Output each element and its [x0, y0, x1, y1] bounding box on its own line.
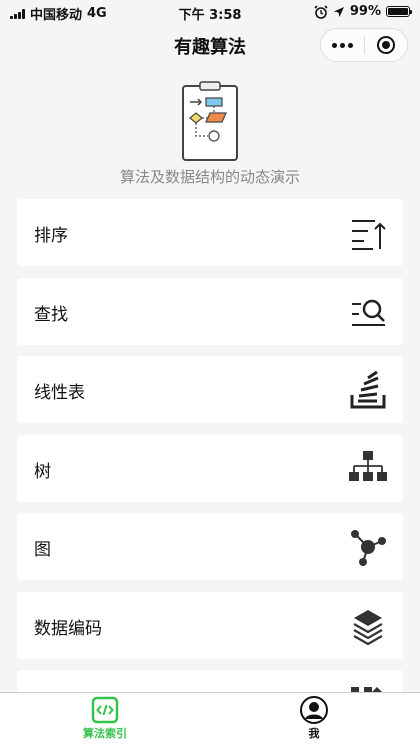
category-sort[interactable]: 排序 [17, 199, 403, 266]
category-label: 图 [34, 540, 51, 560]
more-dots-icon[interactable] [321, 42, 364, 48]
battery-icon [386, 6, 412, 17]
tab-label: 算法索引 [83, 727, 127, 740]
category-label: 排序 [34, 226, 68, 246]
search-list-icon [352, 299, 385, 326]
stack-tray-icon [350, 371, 386, 409]
category-data-encoding[interactable]: 数据编码 [17, 591, 403, 659]
tree-hierarchy-icon [349, 450, 387, 481]
location-arrow-icon [333, 6, 344, 17]
alarm-icon [314, 4, 328, 19]
category-list: 排序 查找 线性表 树 图 数据编码 [17, 199, 403, 747]
close-miniprogram-icon[interactable] [364, 36, 407, 54]
tab-algorithm-index[interactable]: 算法索引 [45, 696, 165, 746]
category-graph[interactable]: 图 [17, 513, 403, 580]
clipboard-flowchart-icon [182, 81, 238, 161]
category-label: 树 [34, 461, 51, 482]
graph-nodes-icon [351, 530, 386, 566]
tab-label: 我 [308, 727, 320, 740]
battery-percent: 99% [349, 4, 381, 19]
status-right: 99% [314, 4, 412, 19]
nav-bar: 有趣算法 [0, 22, 420, 68]
tab-me[interactable]: 我 [254, 696, 374, 746]
category-search[interactable]: 查找 [17, 277, 403, 345]
tab-bar: 算法索引 我 [0, 692, 420, 747]
user-avatar-icon [300, 696, 328, 724]
code-brackets-icon [91, 696, 119, 724]
category-linear-list[interactable]: 线性表 [17, 356, 403, 423]
category-label: 查找 [34, 304, 68, 325]
sort-ascending-icon [352, 220, 386, 250]
miniprogram-capsule [320, 28, 408, 62]
category-label: 线性表 [34, 383, 85, 403]
layers-icon [353, 609, 383, 645]
category-label: 数据编码 [34, 618, 102, 639]
category-tree[interactable]: 树 [17, 434, 403, 502]
status-bar: 中国移动 4G 下午 3:58 99% [0, 0, 420, 23]
header-subtitle: 算法及数据结构的动态演示 [119, 168, 300, 186]
